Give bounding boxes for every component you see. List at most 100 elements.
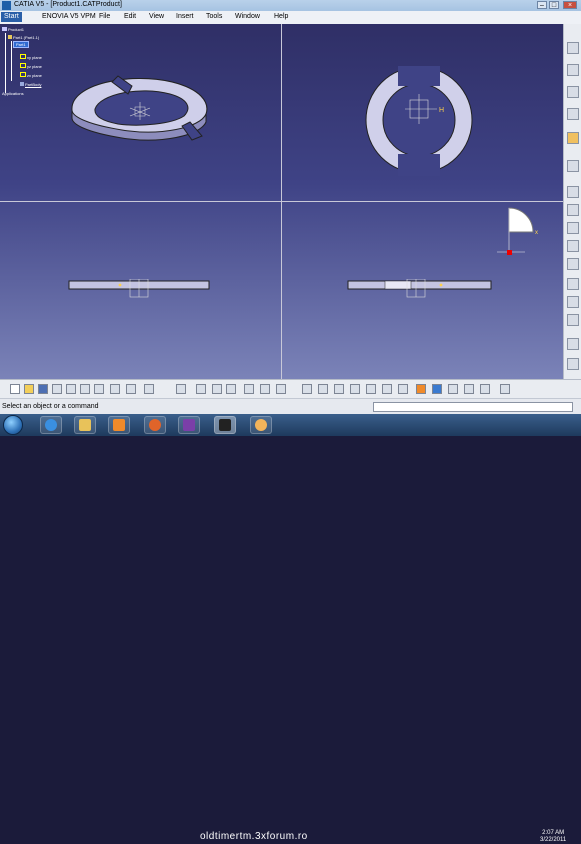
sheet-icon[interactable] [276, 384, 286, 394]
taskbar-yahoo[interactable] [178, 416, 200, 434]
layer-icon[interactable] [480, 384, 490, 394]
fillet-icon[interactable] [567, 160, 579, 172]
comment-icon[interactable] [196, 384, 206, 394]
measure-icon[interactable] [567, 314, 579, 326]
menu-file[interactable]: File [99, 13, 110, 20]
menu-view[interactable]: View [149, 13, 164, 20]
draft-icon[interactable] [567, 204, 579, 216]
drafting-icon[interactable] [567, 358, 579, 370]
status-bar: Select an object or a command [0, 398, 581, 415]
menu-window[interactable]: Window [235, 13, 260, 20]
3d-viewport[interactable]: Product1 Part1 (Part1.1) Part1 xy plane … [0, 24, 563, 379]
rotate-icon[interactable] [350, 384, 360, 394]
minimize-button[interactable]: – [537, 1, 547, 9]
iso-view-icon[interactable] [416, 384, 426, 394]
zoom-out-icon[interactable] [382, 384, 392, 394]
hide-show-icon[interactable] [448, 384, 458, 394]
properties-icon[interactable] [500, 384, 510, 394]
catia-app-icon[interactable] [2, 1, 11, 10]
copy-icon[interactable] [80, 384, 90, 394]
command-input[interactable] [373, 402, 573, 412]
swap-icon[interactable] [464, 384, 474, 394]
right-toolbar [563, 24, 581, 379]
formula-icon[interactable] [176, 384, 186, 394]
fit-all-icon[interactable] [318, 384, 328, 394]
product-icon [2, 27, 7, 31]
menu-insert[interactable]: Insert [176, 13, 194, 20]
pan-icon[interactable] [334, 384, 344, 394]
print-icon[interactable] [52, 384, 62, 394]
paste-icon[interactable] [94, 384, 104, 394]
system-clock[interactable]: 2:07 AM 3/22/2011 [540, 830, 566, 844]
open-icon[interactable] [24, 384, 34, 394]
side-view-left[interactable] [68, 279, 213, 299]
knowledge-icon[interactable] [212, 384, 222, 394]
taskbar-explorer[interactable] [74, 416, 96, 434]
new-icon[interactable] [10, 384, 20, 394]
viewport-divider-horizontal[interactable] [0, 201, 563, 202]
hole-icon[interactable] [567, 132, 579, 144]
catalog-icon[interactable] [244, 384, 254, 394]
compass-icon[interactable]: x [495, 206, 545, 256]
menu-help[interactable]: Help [274, 13, 288, 20]
menu-edit[interactable]: Edit [124, 13, 136, 20]
folder-icon [79, 419, 91, 431]
taskbar-media[interactable] [108, 416, 130, 434]
chamfer-icon[interactable] [567, 186, 579, 198]
pocket-icon[interactable] [567, 86, 579, 98]
menu-start[interactable]: Start [1, 12, 22, 22]
body-icon [20, 82, 24, 86]
internet-explorer-icon [45, 419, 57, 431]
normal-view-icon[interactable] [398, 384, 408, 394]
shading-icon[interactable] [432, 384, 442, 394]
taskbar-app[interactable] [250, 416, 272, 434]
front-view-ring[interactable]: H [345, 52, 495, 192]
taskbar: oldtimertm.3xforum.ro 2:07 AM 3/22/2011 [0, 414, 581, 843]
tree-applications[interactable]: Applications [2, 91, 24, 96]
side-view-right[interactable] [347, 279, 495, 299]
taskbar-firefox[interactable] [144, 416, 166, 434]
sketcher-icon[interactable] [567, 42, 579, 54]
shaft-icon[interactable] [567, 108, 579, 120]
menu-tools[interactable]: Tools [206, 13, 222, 20]
app-icon [255, 419, 267, 431]
maximize-button[interactable]: □ [549, 1, 559, 9]
zoom-in-icon[interactable] [366, 384, 376, 394]
pad-icon[interactable] [567, 64, 579, 76]
menu-bar: Start ENOVIA V5 VPM File Edit View Inser… [0, 11, 581, 25]
taskbar-catia[interactable] [214, 416, 236, 434]
menu-enovia[interactable]: ENOVIA V5 VPM [42, 13, 96, 20]
redo-icon[interactable] [126, 384, 136, 394]
close-button[interactable]: × [563, 1, 577, 9]
material-icon[interactable] [260, 384, 270, 394]
table-icon[interactable] [226, 384, 236, 394]
help-icon[interactable] [144, 384, 154, 394]
save-icon[interactable] [38, 384, 48, 394]
fly-icon[interactable] [302, 384, 312, 394]
analysis-icon[interactable] [567, 338, 579, 350]
tree-part-instance-node[interactable]: Part1 (Part1.1) [8, 35, 39, 40]
part-icon [8, 35, 12, 39]
tree-zx-plane[interactable]: zx plane [20, 72, 42, 78]
tree-yz-plane[interactable]: yz plane [20, 63, 42, 69]
plane-icon [20, 63, 26, 68]
plane-icon [20, 72, 26, 77]
tree-partbody[interactable]: PartBody [20, 82, 41, 87]
undo-icon[interactable] [110, 384, 120, 394]
thickness-icon[interactable] [567, 240, 579, 252]
status-message: Select an object or a command [2, 403, 99, 410]
cut-icon[interactable] [66, 384, 76, 394]
tree-product-node[interactable]: Product1 [2, 27, 24, 32]
mirror-icon[interactable] [567, 258, 579, 270]
isometric-ring-part[interactable] [60, 64, 220, 144]
tree-part-node[interactable]: Part1 [13, 41, 29, 48]
media-player-icon [113, 419, 125, 431]
boolean-icon[interactable] [567, 296, 579, 308]
taskbar-ie[interactable] [40, 416, 62, 434]
tree-xy-plane[interactable]: xy plane [20, 54, 42, 60]
clock-date: 3/22/2011 [540, 837, 567, 843]
pattern-icon[interactable] [567, 278, 579, 290]
shell-icon[interactable] [567, 222, 579, 234]
compass-x-label: x [535, 230, 538, 236]
windows-start-button[interactable] [3, 415, 23, 435]
